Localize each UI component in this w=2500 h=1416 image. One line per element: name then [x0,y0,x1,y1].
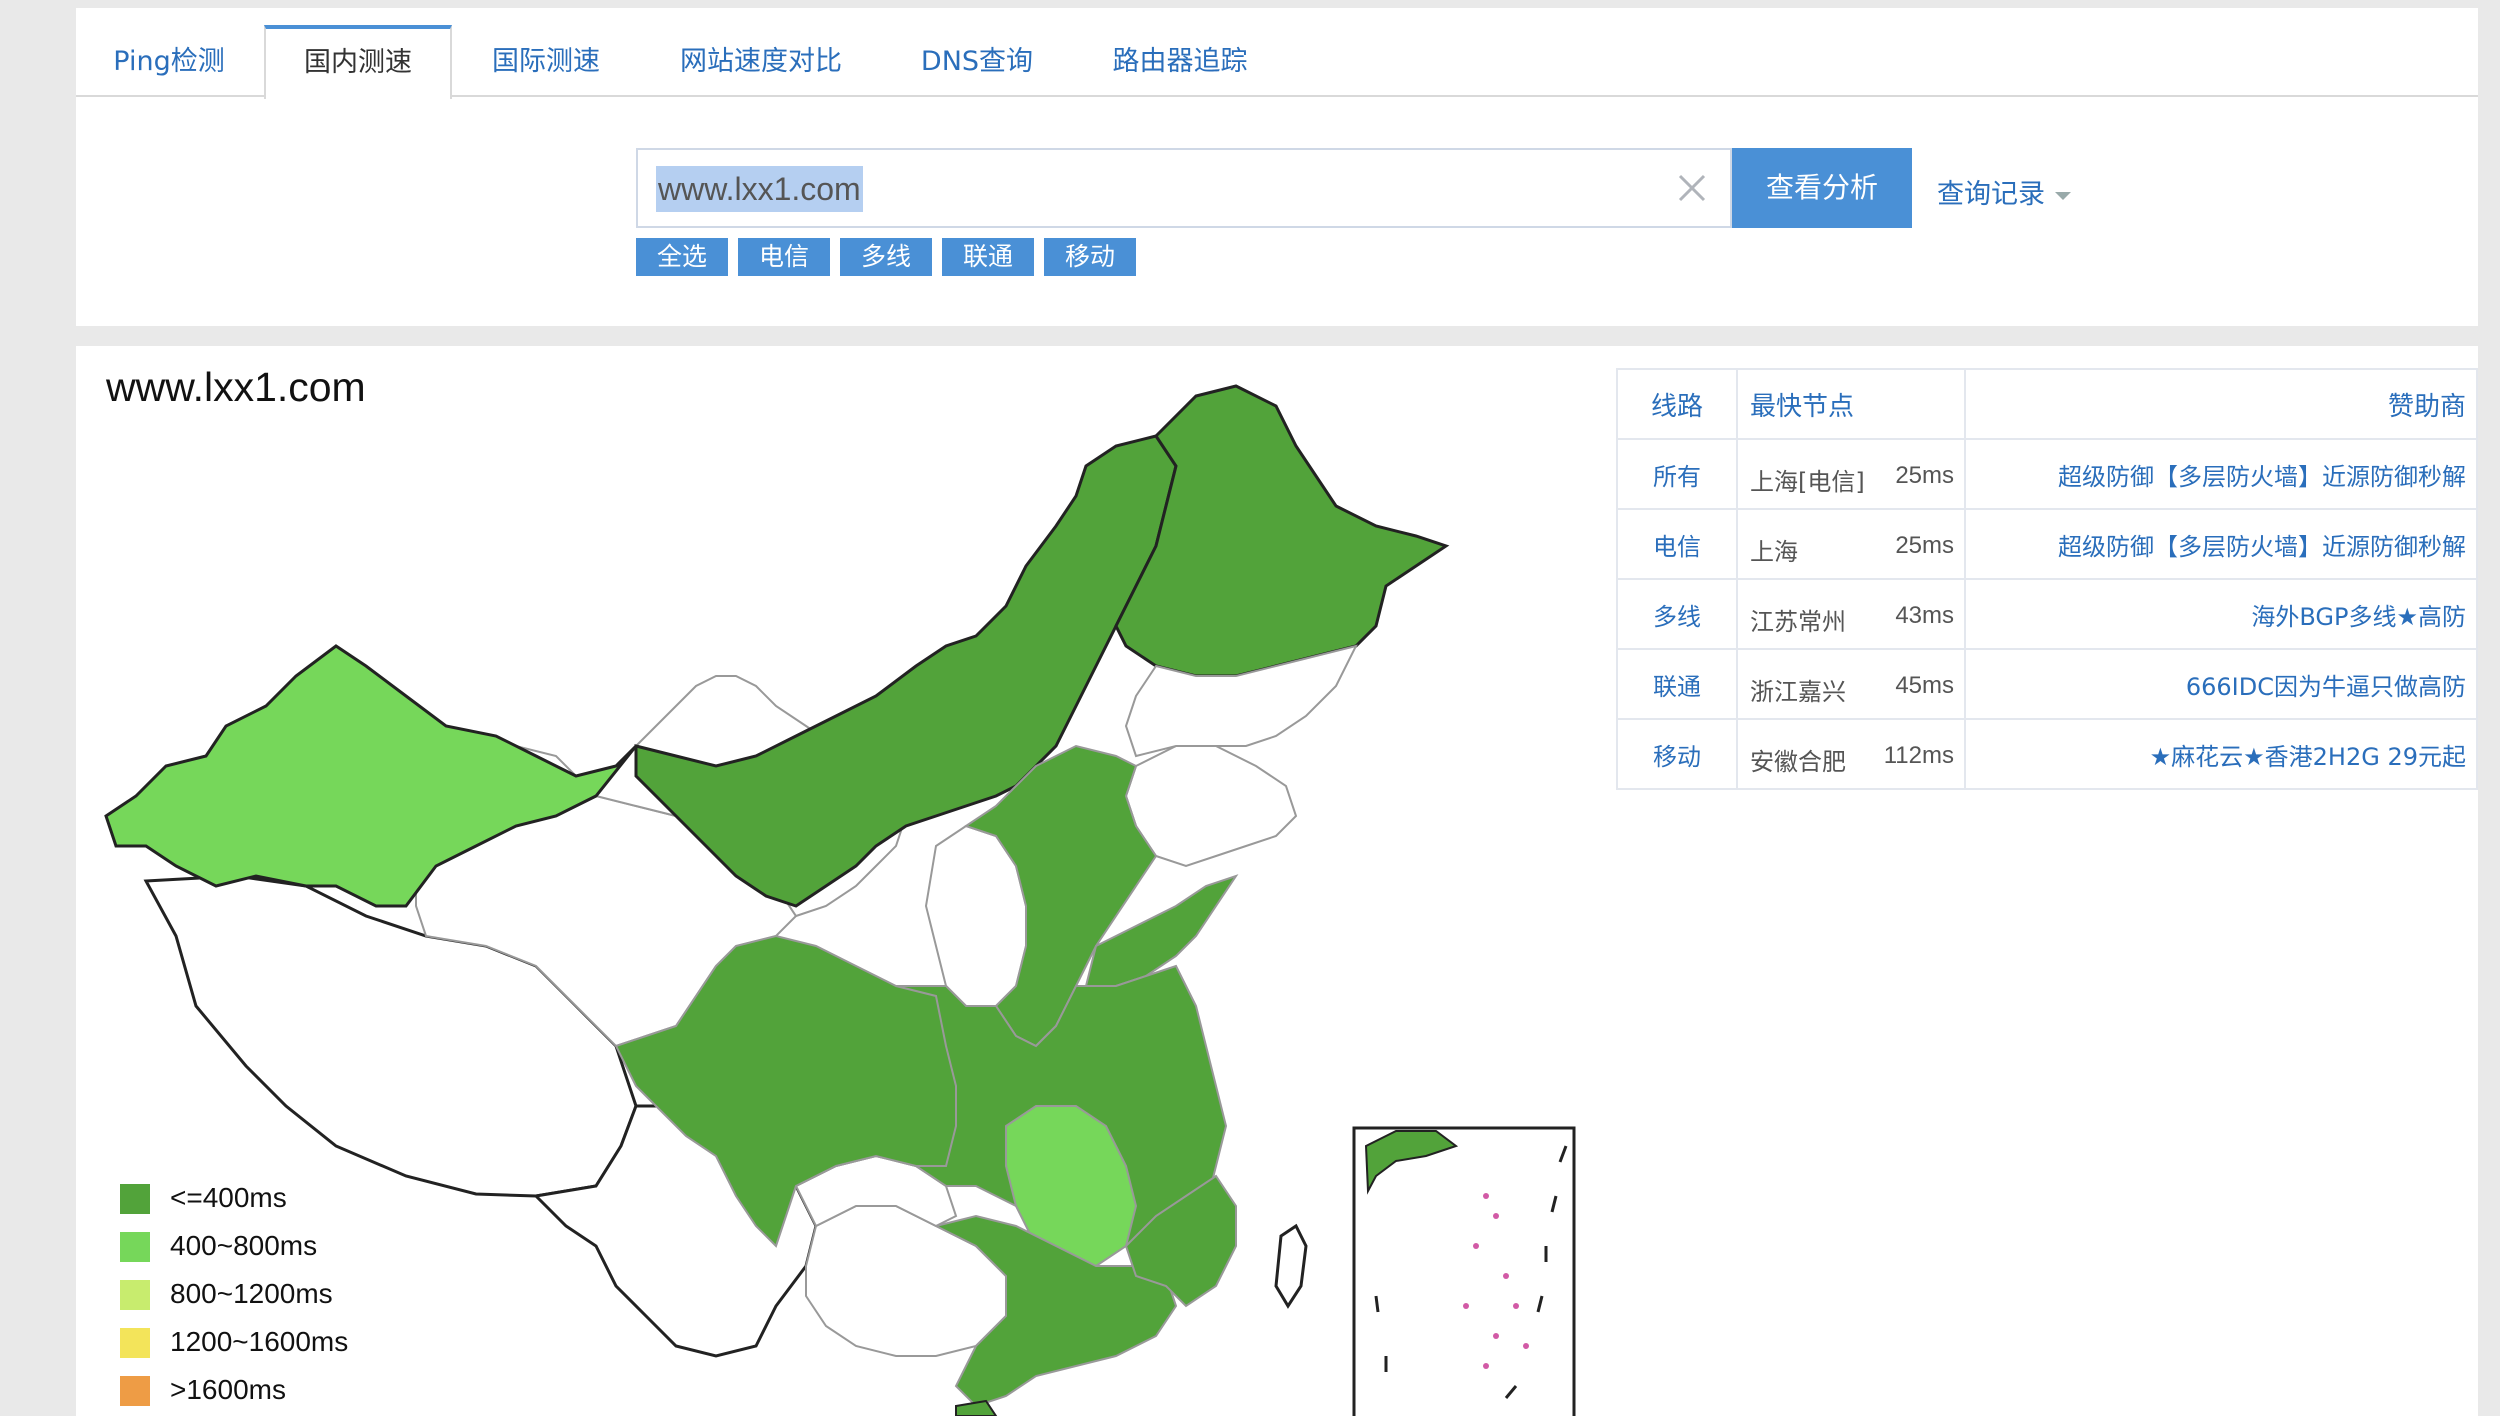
filter-all-button[interactable]: 全选 [636,238,728,276]
map-region-taiwan [1274,1223,1308,1309]
legend-swatch [120,1328,150,1358]
node-name: 上海 [1750,538,1798,566]
filter-multiline-button[interactable]: 多线 [840,238,932,276]
col-header-line: 线路 [1616,368,1738,440]
table-row: 多线 江苏常州 43ms 海外BGP多线★高防 [1616,578,2478,650]
analyze-button[interactable]: 查看分析 [1732,148,1912,228]
legend-label: <=400ms [170,1182,287,1213]
row-line: 移动 [1616,718,1738,790]
table-row: 联通 浙江嘉兴 45ms 666IDC因为牛逼只做高防 [1616,648,2478,720]
clear-icon[interactable] [1672,168,1712,208]
row-node: 上海[电信] 25ms [1736,438,1966,510]
node-name: 上海[电信] [1750,468,1865,496]
fastest-node-table: 线路 最快节点 赞助商 所有 上海[电信] 25ms 超级防御【多层防火墙】近源防… [1616,368,2478,790]
legend-label: 800~1200ms [170,1278,333,1309]
chevron-down-icon [2055,191,2071,200]
table-header-row: 线路 最快节点 赞助商 [1616,368,2478,440]
row-line: 所有 [1616,438,1738,510]
tab-bar: Ping检测 国内测速 国际测速 网站速度对比 DNS查询 路由器追踪 [76,8,2478,99]
row-line: 联通 [1616,648,1738,720]
table-row: 所有 上海[电信] 25ms 超级防御【多层防火墙】近源防御秒解 [1616,438,2478,510]
filter-telecom-button[interactable]: 电信 [738,238,830,276]
legend-label: >1600ms [170,1374,286,1405]
legend-swatch [120,1232,150,1262]
row-node: 上海 25ms [1736,508,1966,580]
node-latency: 45ms [1895,672,1954,699]
node-name: 安徽合肥 [1750,748,1846,776]
filter-mobile-button[interactable]: 移动 [1044,238,1136,276]
row-line: 电信 [1616,508,1738,580]
tab-traceroute[interactable]: 路由器追踪 [1072,25,1288,99]
filter-unicom-button[interactable]: 联通 [942,238,1034,276]
legend-swatch [120,1280,150,1310]
result-panel: www.lxx1.com <=400ms 400~800ms 800~1200m… [76,346,2478,1416]
tab-dns-query[interactable]: DNS查询 [882,25,1072,99]
node-latency: 25ms [1895,532,1954,559]
tab-domestic-speed[interactable]: 国内测速 [264,25,452,99]
node-latency: 112ms [1883,742,1954,769]
table-row: 电信 上海 25ms 超级防御【多层防火墙】近源防御秒解 [1616,508,2478,580]
row-line: 多线 [1616,578,1738,650]
node-name: 江苏常州 [1750,608,1846,636]
row-node: 安徽合肥 112ms [1736,718,1966,790]
tab-international-speed[interactable]: 国际测速 [452,25,640,99]
sponsor-link[interactable]: 超级防御【多层防火墙】近源防御秒解 [1964,438,2478,510]
sponsor-link[interactable]: 666IDC因为牛逼只做高防 [1964,648,2478,720]
sponsor-link[interactable]: ★麻花云★香港2H2G 29元起 [1964,718,2478,790]
col-header-sponsor: 赞助商 [1964,368,2478,440]
query-history-label: 查询记录 [1937,179,2045,210]
row-node: 江苏常州 43ms [1736,578,1966,650]
table-row: 移动 安徽合肥 112ms ★麻花云★香港2H2G 29元起 [1616,718,2478,790]
tab-ping[interactable]: Ping检测 [76,25,262,99]
top-panel: Ping检测 国内测速 国际测速 网站速度对比 DNS查询 路由器追踪 www.… [76,8,2478,326]
south-china-sea-inset [1352,1126,1576,1416]
query-history-dropdown[interactable]: 查询记录 [1937,172,2071,211]
node-latency: 43ms [1895,602,1954,629]
search-input[interactable]: www.lxx1.com [656,166,863,212]
legend-swatch [120,1376,150,1406]
legend-swatch [120,1184,150,1214]
legend-label: 1200~1600ms [170,1326,349,1357]
node-latency: 25ms [1895,462,1954,489]
search-box: www.lxx1.com [636,148,1732,228]
sponsor-link[interactable]: 超级防御【多层防火墙】近源防御秒解 [1964,508,2478,580]
map-region-heilongjiang [1114,384,1450,678]
tab-site-compare[interactable]: 网站速度对比 [640,25,882,99]
row-node: 浙江嘉兴 45ms [1736,648,1966,720]
map-region-hainan [955,1399,998,1416]
legend-label: 400~800ms [170,1230,318,1261]
node-name: 浙江嘉兴 [1750,678,1846,706]
sponsor-link[interactable]: 海外BGP多线★高防 [1964,578,2478,650]
col-header-node: 最快节点 [1736,368,1966,440]
